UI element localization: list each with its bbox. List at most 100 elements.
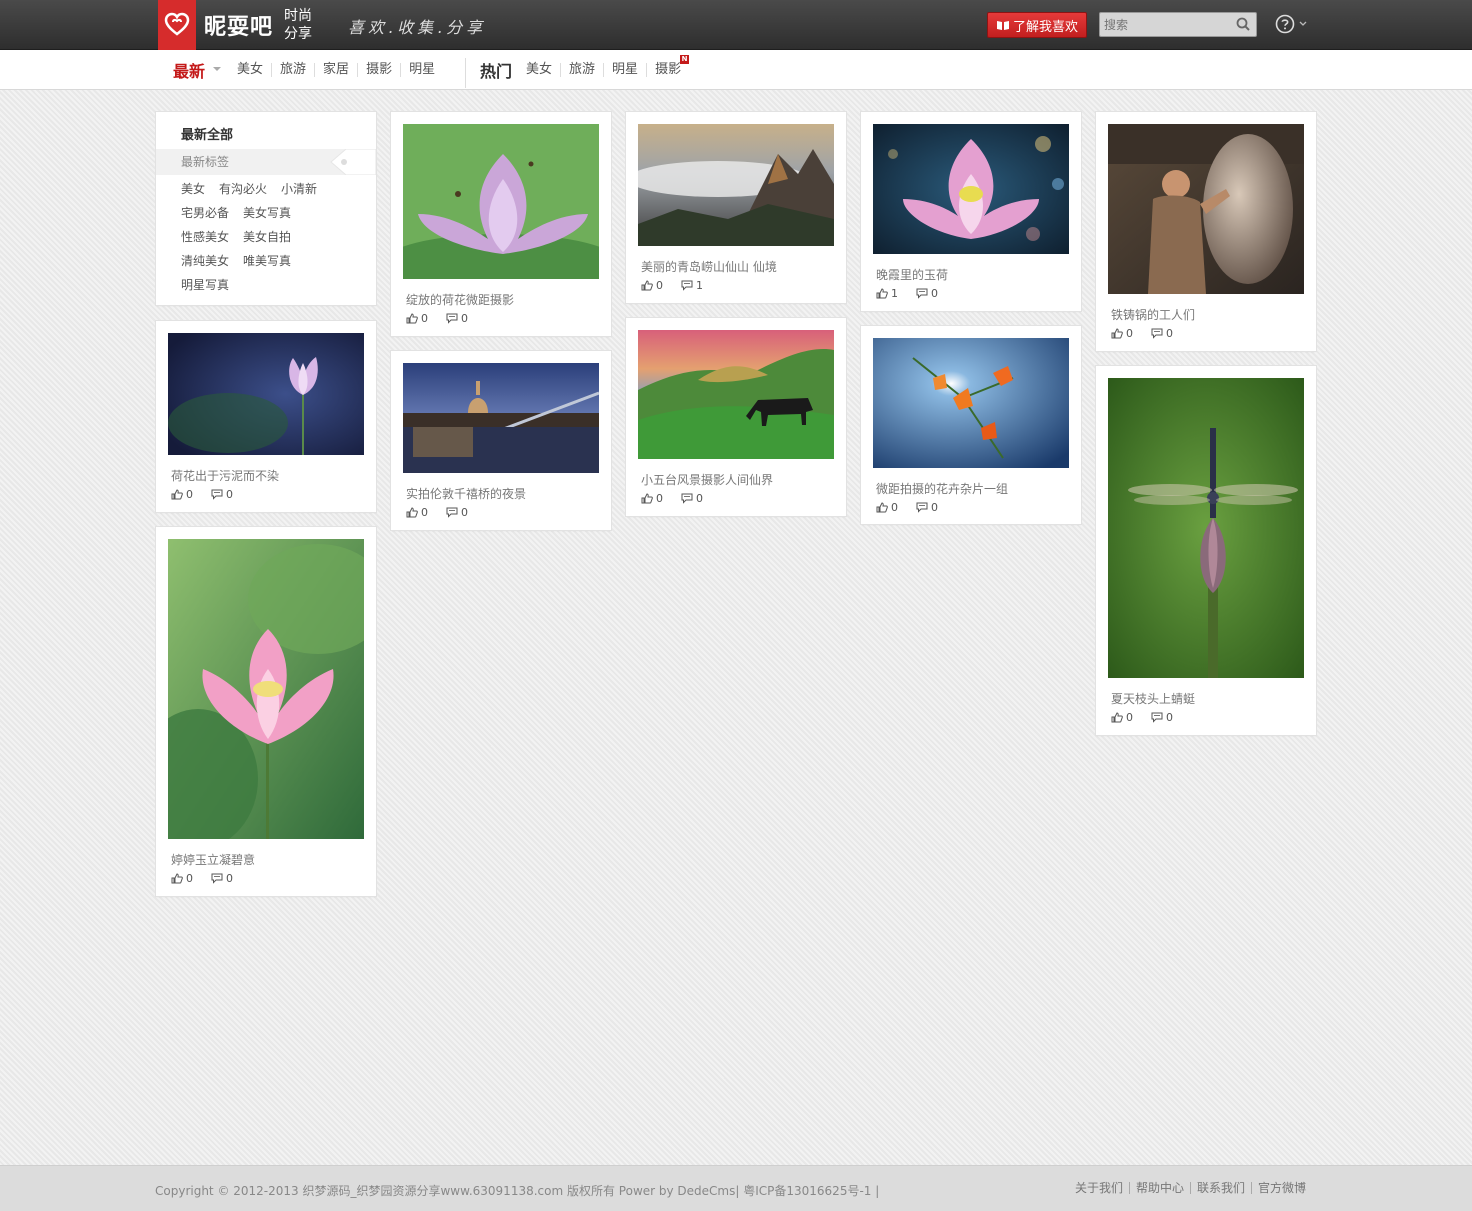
photo-image[interactable] [168,539,364,839]
nav-latest-item[interactable]: 家居 [314,63,357,77]
tag-link[interactable]: 唯美写真 [243,252,291,269]
comment-stat[interactable]: 0 [681,492,703,505]
nav-latest-item[interactable]: 美女 [229,63,271,77]
nav-hot-title[interactable]: 热门 [480,58,512,82]
comment-icon [446,507,458,518]
like-stat[interactable]: 0 [406,312,428,325]
footer-link-about[interactable]: 关于我们 [1069,1182,1129,1194]
photo-stats: 0 0 [1111,327,1173,340]
tag-link[interactable]: 明星写真 [181,276,229,293]
comment-stat[interactable]: 0 [446,312,468,325]
tag-link[interactable]: 性感美女 [181,228,229,245]
nav-latest-item[interactable]: 明星 [400,63,443,77]
comment-stat[interactable]: 0 [211,488,233,501]
like-stat[interactable]: 0 [1111,711,1133,724]
comment-stat[interactable]: 0 [446,506,468,519]
photo-image[interactable] [403,124,599,279]
category-nav: 最新 美女 旅游 家居 摄影 明星 热门 美女 旅游 明星 摄影 N [0,50,1472,90]
comment-icon [1151,712,1163,723]
photo-card[interactable]: 微距拍摄的花卉杂片一组 0 0 [861,326,1081,524]
comment-icon [916,502,928,513]
photo-card[interactable]: 小五台风景摄影人间仙界 0 0 [626,318,846,516]
like-stat[interactable]: 1 [876,287,898,300]
tag-link[interactable]: 美女 [181,180,205,197]
photo-image[interactable] [168,333,364,455]
photo-caption[interactable]: 小五台风景摄影人间仙界 [641,471,773,488]
photo-image[interactable] [638,124,834,246]
tag-link[interactable]: 美女写真 [243,204,291,221]
footer: Copyright © 2012-2013 织梦源码_织梦园资源分享www.63… [0,1165,1472,1211]
search-box[interactable] [1099,12,1257,37]
photo-card[interactable]: 绽放的荷花微距摄影 0 0 [391,112,611,336]
top-bar: 昵耍吧 时尚分享 喜欢.收集.分享 了解我喜欢 [0,0,1472,50]
photo-caption[interactable]: 微距拍摄的花卉杂片一组 [876,480,1008,497]
footer-link-help[interactable]: 帮助中心 [1128,1182,1190,1194]
photo-card[interactable]: 实拍伦敦千禧桥的夜景 0 0 [391,351,611,530]
photo-card[interactable]: 婷婷玉立凝碧意 0 0 [156,527,376,896]
thumbs-up-icon [171,873,183,884]
tag-link[interactable]: 美女自拍 [243,228,291,245]
photo-caption[interactable]: 绽放的荷花微距摄影 [406,291,514,308]
photo-caption[interactable]: 荷花出于污泥而不染 [171,467,279,484]
comment-stat[interactable]: 0 [211,872,233,885]
photo-caption[interactable]: 实拍伦敦千禧桥的夜景 [406,485,526,502]
tags-title[interactable]: 最新全部 [181,124,233,143]
photo-image[interactable] [873,124,1069,254]
photo-image[interactable] [1108,124,1304,294]
photo-image[interactable] [638,330,834,459]
photo-card[interactable]: 晚霞里的玉荷 1 0 [861,112,1081,311]
nav-hot-item[interactable]: 明星 [603,63,646,77]
nav-latest-title[interactable]: 最新 [173,58,205,82]
photo-card[interactable]: 荷花出于污泥而不染 0 0 [156,321,376,512]
caret-down-icon[interactable] [213,67,222,71]
tag-link[interactable]: 清纯美女 [181,252,229,269]
comment-count: 0 [931,287,938,300]
comment-icon [446,313,458,324]
like-stat[interactable]: 0 [641,279,663,292]
logo-heart-icon[interactable] [158,0,196,50]
like-stat[interactable]: 0 [876,501,898,514]
photo-caption[interactable]: 美丽的青岛崂山仙山 仙境 [641,258,777,275]
photo-image[interactable] [1108,378,1304,678]
comment-stat[interactable]: 0 [1151,711,1173,724]
footer-link-weibo[interactable]: 官方微博 [1250,1182,1312,1194]
tag-link[interactable]: 宅男必备 [181,204,229,221]
tags-subtitle: 最新标签 [156,149,376,175]
nav-hot-item[interactable]: 旅游 [560,63,603,77]
logo-text[interactable]: 昵耍吧 [204,9,273,41]
comment-stat[interactable]: 1 [681,279,703,292]
nav-latest-item[interactable]: 旅游 [271,63,314,77]
photo-caption[interactable]: 夏天枝头上蜻蜓 [1111,690,1195,707]
photo-stats: 0 0 [876,501,938,514]
nav-latest-item[interactable]: 摄影 [357,63,400,77]
photo-image[interactable] [873,338,1069,468]
footer-link-contact[interactable]: 联系我们 [1189,1182,1251,1194]
photo-card[interactable]: 铁铸锅的工人们 0 0 [1096,112,1316,351]
like-stat[interactable]: 0 [171,488,193,501]
like-stat[interactable]: 0 [641,492,663,505]
comment-stat[interactable]: 0 [916,287,938,300]
tag-link[interactable]: 小清新 [281,180,317,197]
photo-card[interactable]: 夏天枝头上蜻蜓 0 0 [1096,366,1316,735]
like-stat[interactable]: 0 [406,506,428,519]
like-button[interactable]: 了解我喜欢 [987,12,1087,38]
photo-image[interactable] [403,363,599,473]
photo-stats: 0 0 [171,872,233,885]
help-menu[interactable] [1275,14,1307,34]
comment-stat[interactable]: 0 [916,501,938,514]
thumbs-up-icon [641,280,653,291]
like-stat[interactable]: 0 [171,872,193,885]
like-stat[interactable]: 0 [1111,327,1133,340]
search-input[interactable] [1100,13,1230,36]
photo-card[interactable]: 美丽的青岛崂山仙山 仙境 0 1 [626,112,846,303]
logo-subtitle: 时尚分享 [284,8,312,42]
photo-caption[interactable]: 铁铸锅的工人们 [1111,306,1195,323]
photo-caption[interactable]: 婷婷玉立凝碧意 [171,851,255,868]
new-badge: N [680,55,690,64]
nav-hot-item[interactable]: 美女 [518,63,560,77]
tag-link[interactable]: 有沟必火 [219,180,267,197]
comment-stat[interactable]: 0 [1151,327,1173,340]
nav-hot-item[interactable]: 摄影 N [646,55,690,77]
search-icon[interactable] [1236,17,1250,31]
photo-caption[interactable]: 晚霞里的玉荷 [876,266,948,283]
